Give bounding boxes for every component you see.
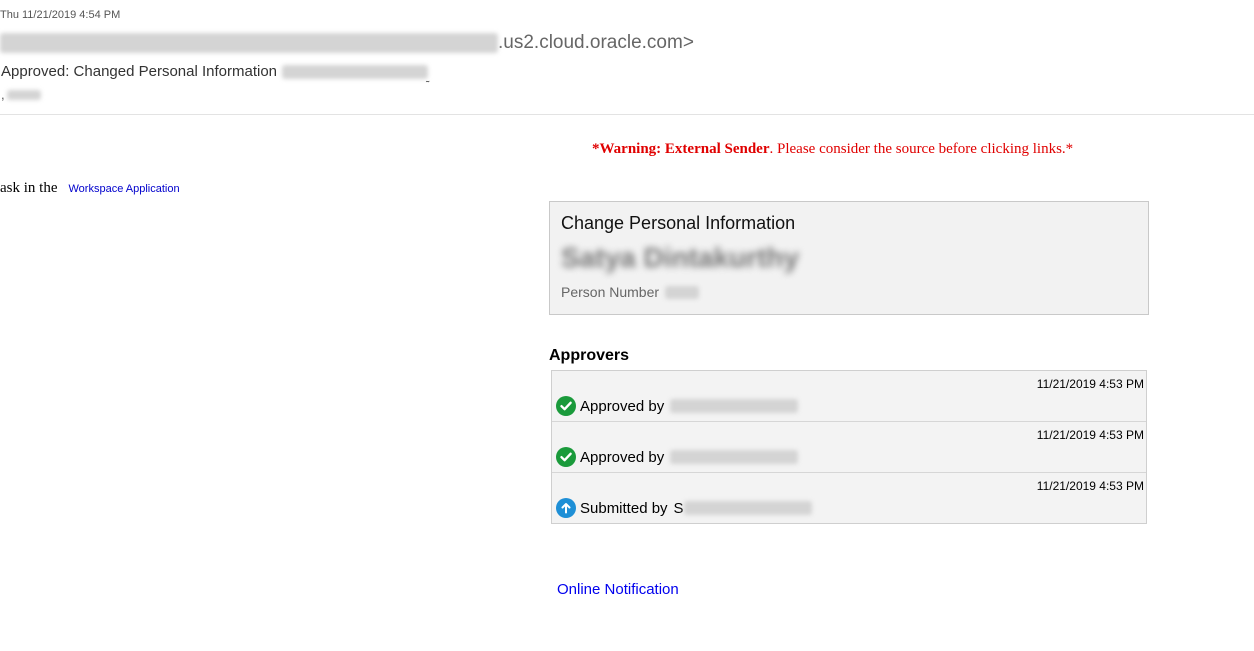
approver-row: 11/21/2019 4:53 PM Submitted by S	[552, 473, 1146, 523]
redacted-recipient	[6, 89, 41, 100]
approver-entry: Approved by	[556, 396, 799, 416]
card-title: Change Personal Information	[561, 213, 796, 233]
approver-action: Approved by	[580, 397, 665, 415]
redacted-person-number	[665, 285, 700, 299]
recipient-prefix: ,	[1, 87, 5, 102]
check-icon	[556, 447, 576, 467]
redacted-submitter-name	[683, 501, 812, 515]
redacted-approver-name	[670, 450, 799, 464]
external-sender-warning: *Warning: External Sender. Please consid…	[592, 141, 1073, 158]
workspace-application-link[interactable]: Workspace Application	[69, 183, 180, 195]
approver-timestamp: 11/21/2019 4:53 PM	[1036, 479, 1144, 493]
redacted-sender	[0, 33, 498, 53]
warning-bold-text: *Warning: External Sender	[592, 141, 770, 157]
approver-timestamp: 11/21/2019 4:53 PM	[1036, 377, 1144, 391]
recipient-line: ,	[1, 87, 41, 102]
sender-domain: .us2.cloud.oracle.com>	[498, 32, 694, 53]
approver-entry: Submitted by S	[556, 498, 812, 518]
task-text: ask in the	[0, 180, 58, 196]
person-name-redacted: Satya Dintakurthy	[561, 242, 800, 273]
warning-text: . Please consider the source before clic…	[769, 141, 1074, 157]
task-line: ask in the Workspace Application	[0, 180, 180, 197]
redacted-subject-suffix	[282, 64, 429, 79]
subject-line: Approved: Changed Personal Information	[1, 63, 429, 80]
submit-up-icon	[556, 498, 576, 518]
online-notification-link[interactable]: Online Notification	[557, 581, 679, 598]
person-number: Person Number	[561, 284, 700, 300]
approver-row: 11/21/2019 4:53 PM Approved by	[552, 422, 1146, 473]
check-icon	[556, 396, 576, 416]
person-number-label: Person Number	[561, 284, 660, 300]
approver-action: Submitted by	[580, 499, 668, 517]
change-info-card: Change Personal Information Satya Dintak…	[549, 201, 1149, 315]
sender-line: .us2.cloud.oracle.com>	[0, 32, 694, 54]
email-header: Thu 11/21/2019 4:54 PM .us2.cloud.oracle…	[0, 0, 1254, 115]
tick-mark: ˜	[426, 80, 430, 91]
email-subject: Approved: Changed Personal Information	[1, 63, 278, 80]
approvers-list: 11/21/2019 4:53 PM Approved by 11/21/201…	[551, 370, 1147, 524]
approvers-heading: Approvers	[549, 347, 630, 364]
email-date: Thu 11/21/2019 4:54 PM	[0, 9, 121, 21]
approver-row: 11/21/2019 4:53 PM Approved by	[552, 371, 1146, 422]
submitter-prefix: S	[673, 499, 684, 517]
approver-entry: Approved by	[556, 447, 799, 467]
approver-timestamp: 11/21/2019 4:53 PM	[1036, 428, 1144, 442]
redacted-approver-name	[670, 399, 799, 413]
approver-action: Approved by	[580, 448, 665, 466]
